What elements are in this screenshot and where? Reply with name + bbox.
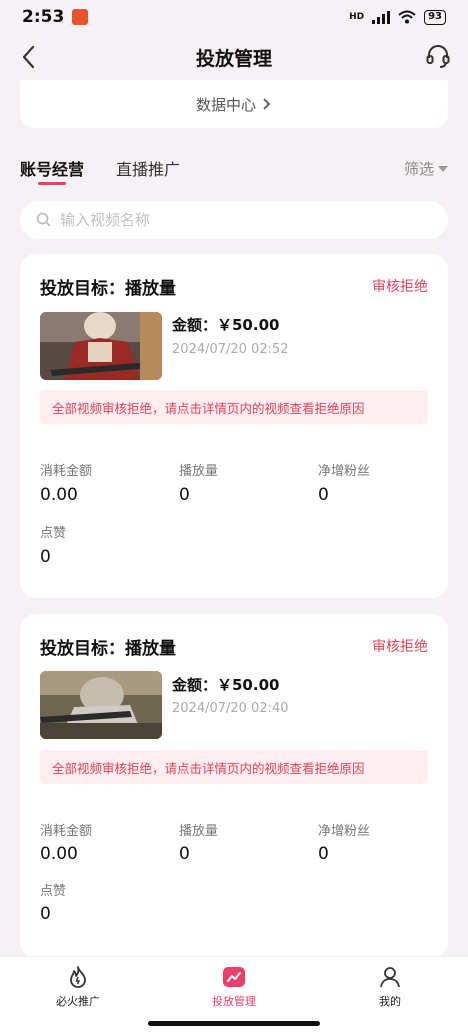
reject-notice[interactable]: 全部视频审核拒绝，请点击详情页内的视频查看拒绝原因 [40,390,428,424]
tab-live-promotion[interactable]: 直播推广 [116,156,180,180]
caret-down-icon [438,165,448,172]
stat-value-spend: 0.00 [40,844,78,864]
chart-icon [223,967,245,987]
search-bar [20,201,448,239]
stat-value-likes: 0 [40,547,51,567]
flame-icon [70,966,86,988]
stat-value-followers: 0 [318,844,329,864]
search-icon [36,212,51,227]
campaign-goal: 投放目标：播放量 [40,639,176,659]
video-thumbnail[interactable] [40,671,162,739]
stat-label-plays: 播放量 [179,824,219,839]
tab-account[interactable]: 账号经营 [20,156,84,180]
stat-label-spend: 消耗金额 [40,464,93,479]
reject-message: 全部视频审核拒绝，请点击详情页内的视频查看拒绝原因 [52,400,365,416]
back-icon[interactable] [18,44,42,70]
stat-label-likes: 点赞 [40,526,67,541]
stat-value-plays: 0 [179,844,190,864]
stat-label-spend: 消耗金额 [40,824,93,839]
stat-value-spend: 0.00 [40,485,78,505]
status-badge: 审核拒绝 [372,639,428,655]
status-bar: 2:53 HD 93 [0,0,468,34]
battery-icon: 93 [424,9,446,25]
nav-label: 我的 [379,995,401,1008]
bottom-nav: 必火推广 投放管理 我的 [0,956,468,1034]
data-center-label: 数据中心 [195,95,256,114]
nav-label: 必火推广 [56,995,100,1008]
amount: 金额：￥50.00 [172,676,280,694]
signal-icon [372,10,391,24]
status-time: 2:53 [22,7,65,27]
created-date: 2024/07/20 02:40 [172,701,289,716]
hd-icon: HD [349,12,365,22]
video-thumbnail[interactable] [40,312,162,380]
campaign-goal: 投放目标：播放量 [40,279,176,299]
wifi-icon [398,10,416,24]
status-indicators: HD 93 [349,9,446,25]
stat-value-plays: 0 [179,485,190,505]
nav-label: 投放管理 [212,995,256,1008]
filter-button[interactable]: 筛选 [404,158,448,179]
campaign-card[interactable]: 投放目标：播放量 审核拒绝 金额：￥50.00 2024/07/20 02:52… [20,254,448,598]
reject-message: 全部视频审核拒绝，请点击详情页内的视频查看拒绝原因 [52,760,365,776]
stat-label-followers: 净增粉丝 [318,464,371,479]
reject-notice[interactable]: 全部视频审核拒绝，请点击详情页内的视频查看拒绝原因 [40,750,428,784]
page-title: 投放管理 [195,47,272,70]
stat-value-followers: 0 [318,485,329,505]
stat-label-plays: 播放量 [179,464,219,479]
created-date: 2024/07/20 02:52 [172,342,289,357]
app-notification-icon [72,9,89,25]
tab-bar: 账号经营 直播推广 筛选 [20,156,448,190]
stat-label-likes: 点赞 [40,884,67,899]
stat-value-likes: 0 [40,904,51,924]
amount: 金额：￥50.00 [172,316,280,334]
person-icon [380,967,400,988]
search-input[interactable] [60,211,420,229]
nav-item-promotion[interactable]: 必火推广 [28,965,128,1009]
filter-label: 筛选 [403,160,434,178]
stat-label-followers: 净增粉丝 [318,824,371,839]
nav-item-campaign-management[interactable]: 投放管理 [184,965,284,1009]
status-badge: 审核拒绝 [372,279,428,295]
home-indicator[interactable] [148,1021,320,1026]
headset-icon[interactable] [424,42,452,70]
nav-item-profile[interactable]: 我的 [340,965,440,1009]
nav-bar: 投放管理 [0,34,468,80]
data-center-link[interactable]: 数据中心 [20,80,448,128]
campaign-card[interactable]: 投放目标：播放量 审核拒绝 金额：￥50.00 2024/07/20 02:40… [20,614,448,958]
chevron-right-icon [263,98,271,110]
